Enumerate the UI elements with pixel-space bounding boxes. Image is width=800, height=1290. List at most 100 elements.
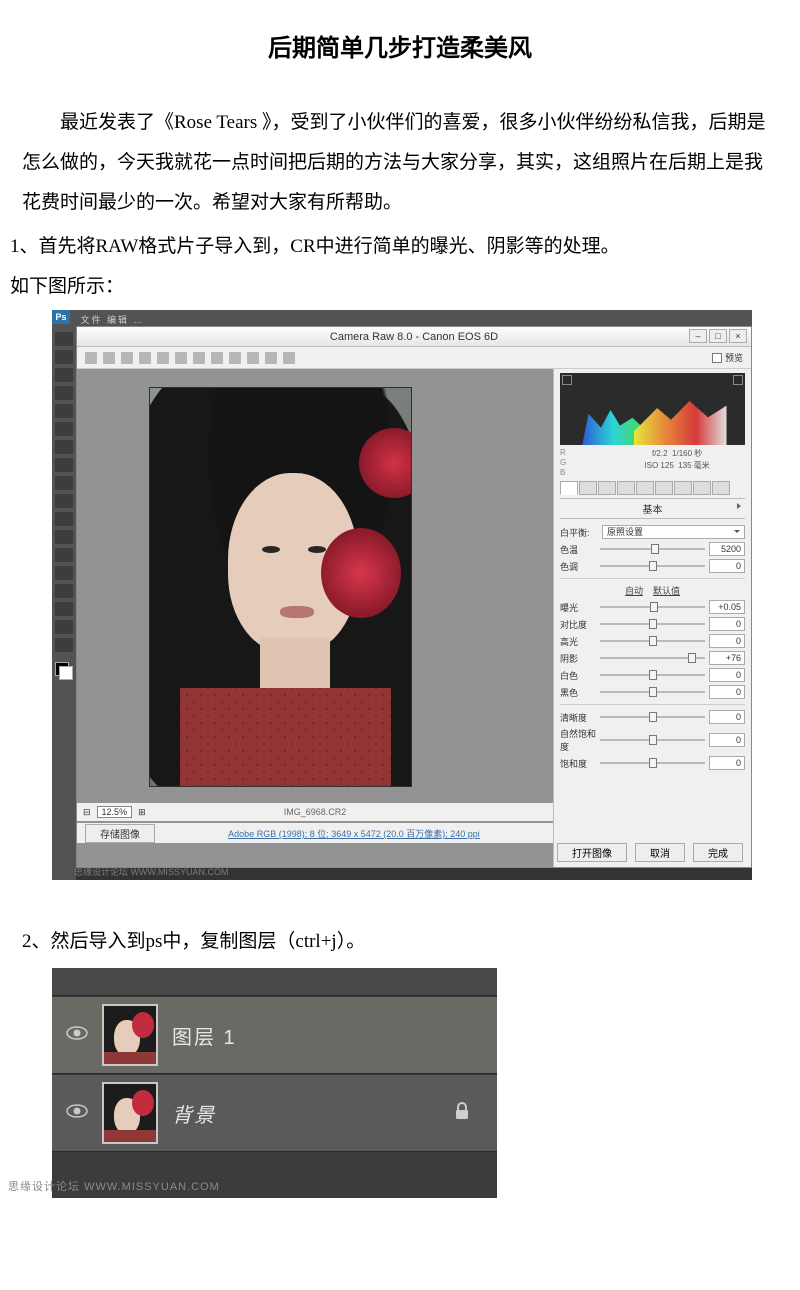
highlight-clip-icon[interactable] [733, 375, 743, 385]
ps-left-toolbar [52, 326, 76, 880]
step1-line1: 1、首先将RAW格式片子导入到，CR中进行简单的曝光、阴影等的处理。 [0, 227, 800, 267]
photo-preview [149, 387, 412, 787]
tab-icon[interactable] [712, 481, 730, 495]
tool-icon[interactable] [55, 422, 73, 436]
tool-icon[interactable] [265, 352, 277, 364]
article-title: 后期简单几步打造柔美风 [0, 28, 800, 63]
layer-row-background[interactable]: 背景 [52, 1074, 497, 1152]
slider-temperature[interactable]: 色温5200 [560, 542, 745, 556]
zoom-control[interactable]: ⊟ 12.5% ⊞ [83, 806, 146, 818]
page-footer-watermark: 思缘设计论坛 WWW.MISSYUAN.COM [8, 1178, 220, 1194]
camera-raw-screenshot: Ps 文件 编辑 … Camera Raw 8.0 - Canon EOS 6D… [52, 310, 752, 880]
layer-row-layer1[interactable]: 图层 1 [52, 996, 497, 1074]
open-image-button[interactable]: 打开图像 [557, 843, 627, 862]
tool-icon[interactable] [103, 352, 115, 364]
panel-menu-icon[interactable] [737, 503, 741, 509]
maximize-icon[interactable]: □ [709, 329, 727, 343]
slider-clarity[interactable]: 清晰度0 [560, 710, 745, 724]
slider-exposure[interactable]: 曝光+0.05 [560, 600, 745, 614]
slider-saturation[interactable]: 饱和度0 [560, 756, 745, 770]
slider-vibrance[interactable]: 自然饱和度0 [560, 727, 745, 753]
tool-icon[interactable] [55, 602, 73, 616]
tool-icon[interactable] [55, 638, 73, 652]
tool-icon[interactable] [55, 584, 73, 598]
slider-tint[interactable]: 色调0 [560, 559, 745, 573]
close-icon[interactable]: × [729, 329, 747, 343]
tool-icon[interactable] [55, 440, 73, 454]
tool-icon[interactable] [55, 458, 73, 472]
tool-icon[interactable] [193, 352, 205, 364]
slider-shadows[interactable]: 阴影+76 [560, 651, 745, 665]
preview-label: 预览 [725, 351, 743, 364]
lock-icon[interactable] [453, 1101, 471, 1126]
done-button[interactable]: 完成 [693, 843, 743, 862]
color-swatch-icon[interactable] [55, 662, 73, 680]
tool-icon[interactable] [55, 350, 73, 364]
tool-icon[interactable] [55, 530, 73, 544]
tool-icon[interactable] [55, 386, 73, 400]
photoshop-logo-icon: Ps [52, 310, 70, 324]
cr-preview-area: ⊟ 12.5% ⊞ IMG_6968.CR2 存储图像 Adobe RGB (1… [77, 369, 553, 867]
layers-panel-screenshot: 图层 1 背景 [52, 968, 497, 1198]
tool-icon[interactable] [55, 368, 73, 382]
save-image-button[interactable]: 存储图像 [85, 824, 155, 843]
tool-icon[interactable] [55, 548, 73, 562]
tool-icon[interactable] [55, 404, 73, 418]
step2-text: 2、然后导入到ps中，复制图层（ctrl+j）。 [0, 922, 800, 962]
tool-icon[interactable] [283, 352, 295, 364]
tab-icon[interactable] [598, 481, 616, 495]
panel-title-basic: 基本 [560, 498, 745, 519]
tool-icon[interactable] [229, 352, 241, 364]
tab-icon[interactable] [579, 481, 597, 495]
tab-icon[interactable] [655, 481, 673, 495]
tab-icon[interactable] [693, 481, 711, 495]
layer-name[interactable]: 背景 [172, 1099, 216, 1128]
slider-contrast[interactable]: 对比度0 [560, 617, 745, 631]
article-intro: 最近发表了《Rose Tears 》，受到了小伙伴们的喜爱，很多小伙伴纷纷私信我… [0, 103, 800, 223]
tab-icon[interactable] [674, 481, 692, 495]
tool-icon[interactable] [175, 352, 187, 364]
preview-checkbox[interactable]: 预览 [712, 351, 743, 364]
histogram [560, 373, 745, 445]
cr-titlebar: Camera Raw 8.0 - Canon EOS 6D – □ × [77, 327, 751, 347]
tool-icon[interactable] [85, 352, 97, 364]
checkbox-icon[interactable] [712, 353, 722, 363]
tool-icon[interactable] [121, 352, 133, 364]
slider-blacks[interactable]: 黑色0 [560, 685, 745, 699]
visibility-eye-icon[interactable] [52, 1103, 102, 1124]
tab-basic[interactable] [560, 481, 578, 495]
cancel-button[interactable]: 取消 [635, 843, 685, 862]
default-link[interactable]: 默认值 [653, 584, 680, 597]
cr-top-toolbar: 预览 [77, 347, 751, 369]
tab-icon[interactable] [617, 481, 635, 495]
shadow-clip-icon[interactable] [562, 375, 572, 385]
wb-select[interactable]: 原照设置 [602, 525, 745, 539]
camera-raw-window: Camera Raw 8.0 - Canon EOS 6D – □ × 预览 [76, 326, 752, 868]
ps-menubar: Ps 文件 编辑 … [52, 310, 752, 326]
color-profile-link[interactable]: Adobe RGB (1998); 8 位; 3649 x 5472 (20.0… [155, 827, 553, 840]
tool-icon[interactable] [139, 352, 151, 364]
minimize-icon[interactable]: – [689, 329, 707, 343]
slider-highlights[interactable]: 高光0 [560, 634, 745, 648]
tool-icon[interactable] [55, 476, 73, 490]
tool-icon[interactable] [55, 566, 73, 580]
layer-thumbnail [102, 1004, 158, 1066]
tool-icon[interactable] [55, 620, 73, 634]
tool-icon[interactable] [55, 512, 73, 526]
visibility-eye-icon[interactable] [52, 1025, 102, 1046]
tool-icon[interactable] [247, 352, 259, 364]
watermark: 思缘设计论坛 WWW.MISSYUAN.COM [74, 865, 229, 878]
tab-icon[interactable] [636, 481, 654, 495]
cr-window-title: Camera Raw 8.0 - Canon EOS 6D [330, 331, 498, 343]
slider-whites[interactable]: 白色0 [560, 668, 745, 682]
tool-icon[interactable] [211, 352, 223, 364]
layer-name[interactable]: 图层 1 [172, 1021, 237, 1050]
tool-icon[interactable] [157, 352, 169, 364]
tool-icon[interactable] [55, 332, 73, 346]
filename-label: IMG_6968.CR2 [284, 807, 347, 817]
panel-tabs [560, 481, 745, 495]
tool-icon[interactable] [55, 494, 73, 508]
auto-link[interactable]: 自动 [625, 584, 643, 597]
wb-label: 白平衡: [560, 526, 596, 539]
ps-menu-items: 文件 编辑 … [74, 315, 144, 325]
